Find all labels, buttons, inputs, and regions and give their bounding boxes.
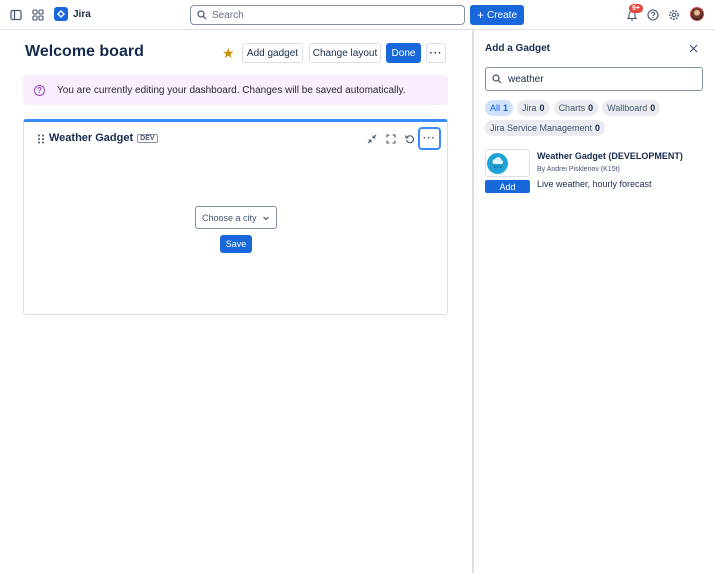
done-button[interactable]: Done (386, 43, 421, 63)
settings-gear-icon[interactable] (664, 5, 684, 25)
jira-logo-icon (54, 7, 68, 21)
question-circle-icon: ? (34, 84, 45, 96)
sidebar-toggle-icon[interactable] (6, 5, 26, 25)
global-search-input[interactable]: Search (190, 5, 465, 25)
search-placeholder: Search (212, 9, 244, 21)
gadget-title-text: Weather Gadget (49, 132, 134, 144)
more-icon: ··· (429, 47, 443, 59)
filter-count: 0 (539, 103, 545, 113)
more-icon: ··· (423, 133, 436, 144)
gadget-title: Weather Gadget DEV (49, 132, 158, 144)
jira-home-link[interactable]: Jira (54, 7, 91, 21)
category-filters: All 1 Jira 0 Charts 0 Wallboard 0 Jira S… (485, 100, 707, 136)
filter-chip-charts[interactable]: Charts 0 (553, 100, 599, 116)
drag-handle-icon[interactable] (37, 134, 45, 144)
help-icon[interactable] (643, 5, 663, 25)
filter-label: Jira Service Management (490, 123, 593, 133)
refresh-icon[interactable] (401, 130, 419, 148)
top-navigation: Jira Search + Create 9+ (0, 0, 715, 30)
filter-chip-all[interactable]: All 1 (485, 100, 514, 116)
gadget-search-value: weather (508, 73, 544, 85)
close-icon[interactable] (686, 41, 700, 55)
filter-chip-jira-service-management[interactable]: Jira Service Management 0 (485, 120, 606, 136)
panel-title: Add a Gadget (485, 43, 551, 54)
gadget-more-button[interactable]: ··· (418, 127, 441, 150)
filter-count: 0 (650, 103, 656, 113)
more-actions-button[interactable]: ··· (426, 43, 446, 63)
gadget-result-item: Add Weather Gadget (DEVELOPMENT) By Andr… (485, 149, 707, 197)
filter-label: Wallboard (607, 103, 648, 113)
city-select[interactable]: Choose a city (195, 206, 277, 229)
dev-badge: DEV (137, 133, 158, 143)
filter-label: Charts (558, 103, 586, 113)
minimize-icon[interactable] (363, 130, 381, 148)
create-button[interactable]: + Create (470, 5, 524, 25)
filter-label: Jira (522, 103, 537, 113)
gadget-search-input[interactable]: weather (485, 67, 703, 91)
city-select-placeholder: Choose a city (202, 212, 257, 223)
weather-cloud-icon (487, 152, 508, 174)
page-title: Welcome board (25, 43, 144, 60)
create-label: Create (487, 9, 518, 21)
star-icon[interactable]: ★ (222, 45, 235, 62)
plus-icon: + (476, 8, 484, 22)
search-icon (197, 10, 207, 20)
chevron-down-icon (263, 216, 269, 220)
filter-label: All (490, 103, 501, 113)
filter-count: 0 (595, 123, 601, 133)
gadget-result-name: Weather Gadget (DEVELOPMENT) (537, 151, 683, 161)
editing-info-banner: ? You are currently editing your dashboa… (23, 75, 448, 105)
filter-chip-jira[interactable]: Jira 0 (517, 100, 550, 116)
app-name: Jira (73, 8, 91, 20)
save-button[interactable]: Save (220, 235, 252, 253)
add-gadget-result-button[interactable]: Add (485, 180, 530, 193)
weather-gadget-card: Weather Gadget DEV ··· Choose a city Sav… (23, 119, 448, 315)
add-gadget-panel: Add a Gadget weather All 1 Jira 0 Charts… (472, 30, 715, 573)
change-layout-button[interactable]: Change layout (309, 43, 381, 63)
filter-count: 0 (588, 103, 594, 113)
app-switcher-icon[interactable] (28, 5, 48, 25)
gadget-result-description: Live weather, hourly forecast (537, 179, 652, 189)
add-gadget-button[interactable]: Add gadget (242, 43, 303, 63)
banner-text: You are currently editing your dashboard… (57, 84, 406, 96)
filter-count: 1 (503, 103, 509, 113)
user-avatar[interactable] (690, 7, 704, 21)
gadget-thumbnail (485, 149, 530, 177)
search-icon (492, 74, 502, 84)
dashboard-main: Welcome board ★ Add gadget Change layout… (0, 30, 472, 573)
notification-count-badge: 9+ (629, 4, 643, 13)
fullscreen-icon[interactable] (382, 130, 400, 148)
gadget-result-author: By Andrei Pisklenov (K15t) (537, 166, 620, 173)
filter-chip-wallboard[interactable]: Wallboard 0 (602, 100, 661, 116)
